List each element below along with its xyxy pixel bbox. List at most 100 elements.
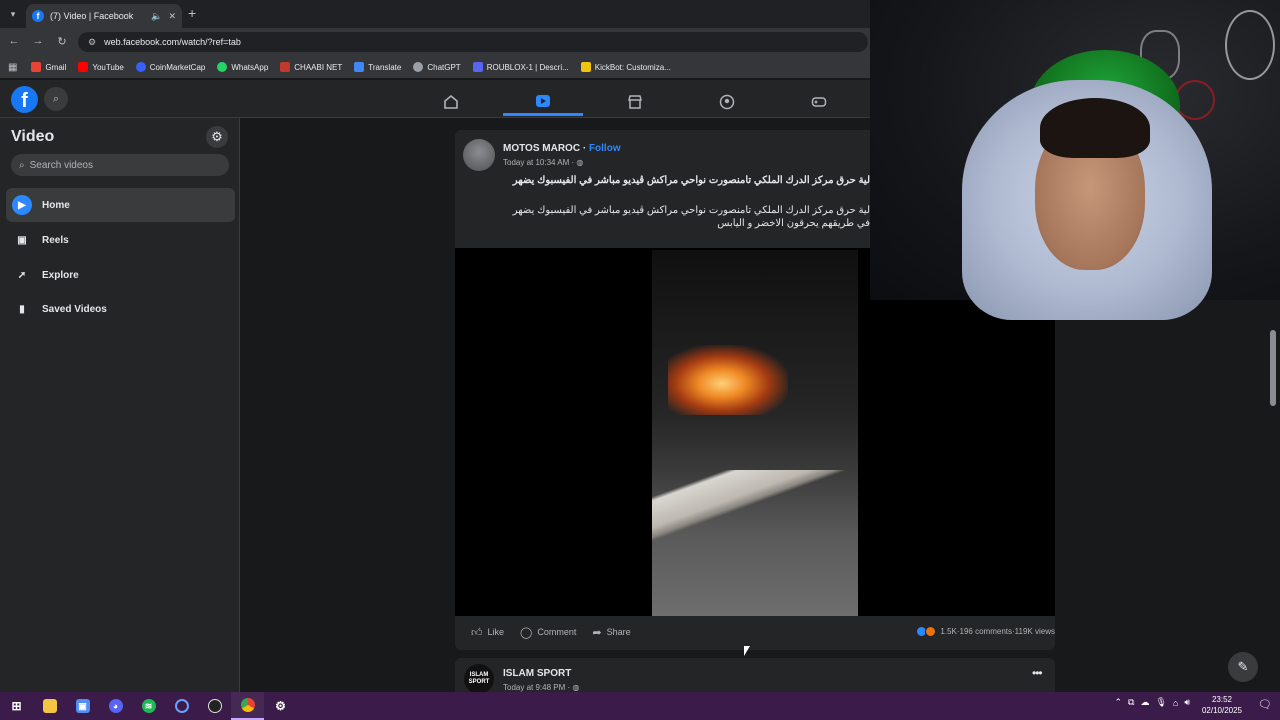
like-button[interactable]: 👍︎ Like — [471, 626, 504, 639]
taskbar-chrome[interactable] — [231, 692, 264, 720]
reload-icon[interactable]: ↻ — [54, 33, 70, 49]
nav-gaming-icon[interactable] — [779, 88, 859, 116]
post-text-line: في طريقهم يحرقون الاخضر و اليابس — [717, 218, 870, 229]
windows-taskbar: ⊞ ▣ ◕ ≋ ⚙ — [0, 692, 1280, 720]
sidebar-item-label: Saved Videos — [42, 303, 107, 315]
microphone-icon[interactable]: 🎙︎ — [1155, 697, 1166, 708]
globe-icon: ◍ — [572, 683, 580, 692]
reaction-count[interactable]: 1.5K — [940, 627, 956, 636]
video-fire-glow — [668, 345, 788, 415]
taskbar-obs[interactable] — [198, 692, 231, 720]
post-timestamp[interactable]: Today at 9:48 PM · ◍ — [503, 683, 579, 692]
post-text-line: لية حرق مركز الدرك الملكي تامنصورت نواحي… — [512, 205, 870, 216]
streamer-hair — [1040, 98, 1150, 158]
taskbar-store[interactable]: ▣ — [66, 692, 99, 720]
comments-count[interactable]: 196 comments — [960, 627, 1012, 636]
nav-video-icon[interactable] — [503, 88, 583, 116]
bookmark-chaabi-net[interactable]: CHAABI NET — [280, 62, 342, 72]
wall-drawing — [1225, 10, 1275, 80]
chatgpt-icon — [413, 62, 424, 72]
sidebar-item-saved-videos[interactable]: ▮ Saved Videos — [6, 292, 235, 326]
search-videos-input[interactable]: ⌕ Search videos — [11, 154, 229, 176]
angry-reaction-icon — [925, 626, 937, 637]
post-author-name[interactable]: MOTOS MAROC — [503, 143, 580, 154]
tab-close-icon[interactable]: ✕ — [168, 11, 176, 22]
system-clock[interactable]: 23:52 02/10/2025 — [1202, 694, 1242, 716]
bookmark-whatsapp[interactable]: WhatsApp — [217, 62, 268, 72]
video-icon — [536, 94, 550, 107]
facebook-favicon-icon: f — [32, 10, 44, 22]
share-button[interactable]: ➦ Share — [592, 626, 630, 639]
address-url: web.facebook.com/watch/?ref=tab — [104, 37, 241, 47]
nav-marketplace-icon[interactable] — [595, 88, 675, 116]
translate-icon — [354, 62, 365, 72]
coinmarketcap-icon — [135, 62, 146, 72]
nav-groups-icon[interactable] — [687, 88, 767, 116]
network-icon[interactable]: ⌂ — [1173, 698, 1178, 708]
apps-grid-icon[interactable]: ▦ — [8, 62, 17, 73]
roublox-icon — [472, 62, 483, 72]
bookmark-translate[interactable]: Translate — [354, 62, 401, 72]
bookmark-coinmarketcap[interactable]: CoinMarketCap — [135, 62, 205, 72]
bookmark-chatgpt[interactable]: ChatGPT — [413, 62, 461, 72]
bookmark-gmail[interactable]: Gmail — [31, 62, 66, 72]
tab-search-icon[interactable]: ▾ — [6, 7, 20, 21]
post-timestamp[interactable]: Today at 10:34 AM · ◍ — [503, 158, 583, 167]
folder-icon — [42, 699, 57, 713]
post-text-body: لية حرق مركز الدرك الملكي تامنصورت نواحي… — [462, 204, 870, 230]
taskbar-spotify[interactable]: ≋ — [132, 692, 165, 720]
youtube-icon — [78, 62, 89, 72]
views-count: 119K views — [1014, 627, 1055, 636]
search-icon: ⌕ — [19, 159, 25, 171]
author-separator: · — [580, 143, 589, 154]
page-scrollbar[interactable] — [1270, 330, 1276, 406]
tab-audio-icon[interactable]: 🔈 — [151, 11, 162, 22]
post-stats: 1.5K · 196 comments · 119K views — [916, 626, 1055, 637]
sidebar-item-label: Explore — [42, 269, 79, 281]
taskbar-cortana[interactable] — [165, 692, 198, 720]
taskbar-file-explorer[interactable] — [33, 692, 66, 720]
notification-center-icon[interactable]: 🗨︎ — [1258, 698, 1272, 711]
thumbs-up-icon: 👍︎ — [471, 626, 483, 639]
volume-icon[interactable]: 🔊︎ — [1184, 697, 1190, 708]
follow-button[interactable]: Follow — [589, 143, 621, 154]
bookmark-roublox[interactable]: ROUBLOX-1 | Descri... — [472, 62, 569, 72]
discord-icon: ◕ — [108, 699, 123, 713]
obs-icon — [207, 699, 222, 713]
video-home-icon: ▶ — [12, 195, 32, 215]
bookmark-youtube[interactable]: YouTube — [78, 62, 124, 72]
comment-button[interactable]: ◯ Comment — [520, 626, 576, 639]
taskbar-discord[interactable]: ◕ — [99, 692, 132, 720]
bookmarks-bar: ▦ Gmail YouTube CoinMarketCap WhatsApp C… — [0, 56, 870, 78]
facebook-logo-icon[interactable]: f — [11, 86, 38, 113]
browser-tab-facebook[interactable]: f (7) Video | Facebook 🔈 ✕ — [26, 4, 182, 28]
sidebar-item-reels[interactable]: ▣ Reels — [6, 223, 235, 257]
tab-title: (7) Video | Facebook — [50, 11, 134, 21]
forward-arrow-icon[interactable]: → — [30, 33, 46, 49]
post-author-name[interactable]: ISLAM SPORT — [503, 668, 571, 679]
nav-home-icon[interactable] — [411, 88, 491, 116]
new-tab-button[interactable]: + — [188, 5, 196, 21]
app-tray-icon[interactable]: ⧉ — [1128, 697, 1134, 708]
settings-gear-icon[interactable]: ⚙ — [206, 126, 228, 148]
avatar[interactable] — [463, 139, 495, 171]
address-bar[interactable]: ⚙ web.facebook.com/watch/?ref=tab — [78, 32, 868, 52]
gmail-icon — [31, 62, 42, 72]
whatsapp-icon — [217, 62, 228, 72]
taskbar-settings[interactable]: ⚙ — [264, 692, 297, 720]
sidebar-item-explore[interactable]: ➚ Explore — [6, 258, 235, 292]
bookmark-kickbot[interactable]: KickBot: Customiza... — [580, 62, 671, 72]
mouse-cursor-icon — [744, 646, 750, 656]
avatar[interactable]: ISLAM SPORT — [464, 664, 494, 694]
sidebar-item-home[interactable]: ▶ Home — [6, 188, 235, 222]
chrome-icon — [240, 698, 255, 712]
onedrive-cloud-icon[interactable]: ☁ — [1140, 697, 1149, 708]
system-tray: ⌃ ⧉ ☁ 🎙︎ ⌂ 🔊︎ — [1108, 697, 1190, 708]
new-message-compose-icon[interactable]: ✎ — [1228, 652, 1258, 682]
search-icon[interactable]: ⌕ — [44, 87, 68, 111]
start-button[interactable]: ⊞ — [0, 692, 33, 720]
more-options-icon[interactable]: ••• — [1032, 666, 1043, 680]
site-info-icon[interactable]: ⚙ — [88, 37, 96, 48]
back-arrow-icon[interactable]: ← — [6, 33, 22, 49]
chevron-up-icon[interactable]: ⌃ — [1114, 697, 1122, 708]
